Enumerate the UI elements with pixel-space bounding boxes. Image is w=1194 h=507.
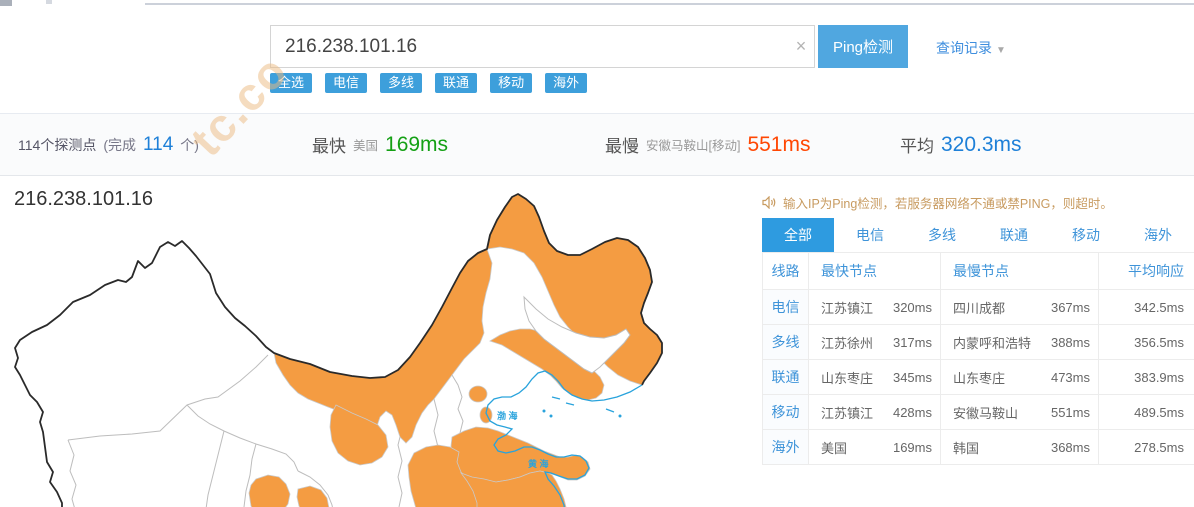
province-beijing	[468, 385, 488, 403]
fast-ms: 345ms	[892, 369, 932, 385]
fast-ms: 169ms	[892, 439, 932, 455]
result-tabs: 全部 电信 多线 联通 移动 海外	[762, 218, 1194, 252]
line-cell: 电信	[762, 289, 809, 325]
chevron-down-icon: ▼	[996, 45, 1006, 56]
fast-node: 江苏镇江	[821, 300, 874, 316]
probes-done-count: 114	[143, 133, 174, 155]
fast-node: 江苏镇江	[821, 405, 874, 421]
result-tab[interactable]: 联通	[978, 218, 1050, 252]
ping-result-table: 线路 最快节点 最慢节点 平均响应 电信 江苏镇江 320ms 四川成都 367ms…	[762, 252, 1194, 465]
fast-node: 江苏徐州	[821, 335, 874, 351]
query-history-link[interactable]: 查询记录 ▼	[936, 38, 1006, 58]
avg-cell: 356.5ms	[1098, 324, 1194, 360]
clear-input-icon[interactable]: ×	[786, 25, 816, 68]
fast-node: 山东枣庄	[821, 370, 874, 386]
isp-filter-button[interactable]: 海外	[545, 73, 588, 93]
isp-filter-button[interactable]: 电信	[325, 73, 368, 93]
fastest-value: 169ms	[385, 132, 449, 156]
fast-ms: 317ms	[892, 334, 932, 350]
average-stat: 平均 320.3ms	[900, 132, 1022, 157]
yellow-sea-label: 黄 海	[528, 458, 549, 469]
slowest-stat: 最慢 安徽马鞍山[移动] 551ms	[605, 132, 811, 157]
col-line: 线路	[762, 252, 809, 290]
result-tab[interactable]: 多线	[906, 218, 978, 252]
slow-ms: 388ms	[1050, 334, 1090, 350]
result-tab[interactable]: 全部	[762, 218, 834, 252]
browser-edge-fragment	[0, 0, 12, 6]
fast-node: 美国	[821, 440, 848, 456]
table-row: 电信 江苏镇江 320ms 四川成都 367ms 342.5ms	[762, 289, 1194, 325]
col-fastest-node: 最快节点	[808, 252, 941, 290]
result-tab[interactable]: 移动	[1050, 218, 1122, 252]
slow-node: 四川成都	[953, 300, 1006, 316]
table-row: 联通 山东枣庄 345ms 山东枣庄 473ms 383.9ms	[762, 359, 1194, 395]
bohai-sea-label: 渤 海	[497, 410, 518, 421]
result-tab[interactable]: 电信	[834, 218, 906, 252]
fast-ms: 428ms	[892, 404, 932, 420]
avg-cell: 383.9ms	[1098, 359, 1194, 395]
table-row: 多线 江苏徐州 317ms 内蒙呼和浩特 388ms 356.5ms	[762, 324, 1194, 360]
slow-node: 安徽马鞍山	[953, 405, 1019, 421]
isp-filter-button[interactable]: 联通	[435, 73, 478, 93]
slow-node: 内蒙呼和浩特	[953, 335, 1032, 351]
probe-count: 114个探测点 (完成 114 个)	[18, 133, 199, 155]
line-cell: 多线	[762, 324, 809, 360]
slow-ms: 368ms	[1050, 439, 1090, 455]
avg-cell: 342.5ms	[1098, 289, 1194, 325]
slow-ms: 367ms	[1050, 299, 1090, 315]
top-divider	[145, 3, 1194, 5]
slow-ms: 551ms	[1050, 404, 1090, 420]
browser-edge-fragment	[46, 0, 52, 4]
slow-ms: 473ms	[1050, 369, 1090, 385]
table-row: 移动 江苏镇江 428ms 安徽马鞍山 551ms 489.5ms	[762, 394, 1194, 430]
slow-node: 山东枣庄	[953, 370, 1006, 386]
average-value: 320.3ms	[941, 132, 1022, 156]
table-header-row: 线路 最快节点 最慢节点 平均响应	[762, 252, 1194, 290]
ping-check-button[interactable]: Ping检测	[818, 25, 908, 68]
ip-search-input[interactable]	[270, 25, 815, 68]
avg-cell: 278.5ms	[1098, 429, 1194, 465]
isp-filter-button[interactable]: 全选	[270, 73, 313, 93]
result-tab[interactable]: 海外	[1122, 218, 1194, 252]
summary-stats-bar: 114个探测点 (完成 114 个) 最快 美国 169ms 最慢 安徽马鞍山[移动…	[0, 113, 1194, 176]
line-cell: 海外	[762, 429, 809, 465]
table-row: 海外 美国 169ms 韩国 368ms 278.5ms	[762, 429, 1194, 465]
slowest-node: 安徽马鞍山[移动]	[646, 139, 741, 153]
isp-filter-button[interactable]: 移动	[490, 73, 533, 93]
fastest-stat: 最快 美国 169ms	[312, 132, 449, 157]
col-average: 平均响应	[1098, 252, 1194, 290]
slowest-value: 551ms	[747, 132, 811, 156]
line-cell: 移动	[762, 394, 809, 430]
line-cell: 联通	[762, 359, 809, 395]
col-slowest-node: 最慢节点	[940, 252, 1099, 290]
speaker-icon	[762, 196, 776, 209]
fast-ms: 320ms	[892, 299, 932, 315]
avg-cell: 489.5ms	[1098, 394, 1194, 430]
map-ip-title: 216.238.101.16	[14, 188, 154, 210]
isp-filter-button[interactable]: 多线	[380, 73, 423, 93]
china-ping-map: 渤 海 黄 海	[0, 185, 740, 507]
ping-notice: 输入IP为Ping检测，若服务器网络不通或禁PING，则超时。	[762, 193, 1194, 212]
isp-filter-group: 全选 电信 多线 联通 移动 海外	[270, 73, 588, 93]
slow-node: 韩国	[953, 440, 980, 456]
province-shandong	[450, 426, 591, 483]
fastest-node: 美国	[353, 139, 379, 153]
